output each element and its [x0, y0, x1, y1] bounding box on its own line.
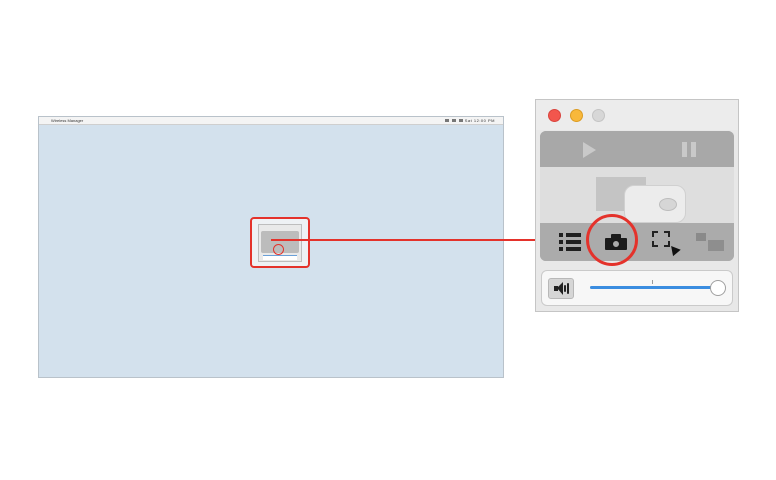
projector-illustration [624, 185, 686, 223]
menu-bar-app-name[interactable]: Wireless Manager [51, 117, 83, 124]
menu-bar-status: Sat 12:00 PM [442, 117, 495, 124]
mini-camera-highlight [273, 244, 284, 255]
slider-tick [652, 280, 653, 284]
play-icon[interactable] [583, 142, 596, 158]
playback-controls [540, 131, 734, 167]
desktop-preview: Wireless Manager Sat 12:00 PM [38, 116, 504, 378]
pause-icon[interactable] [682, 142, 696, 157]
projector-lens-icon [659, 198, 677, 211]
speaker-icon [554, 282, 570, 295]
window-capture-icon [696, 233, 726, 253]
callout-connector-line [271, 239, 536, 241]
region-capture-icon [652, 231, 681, 257]
status-icon[interactable] [459, 119, 464, 123]
device-display [540, 167, 734, 223]
volume-control [541, 270, 733, 306]
mini-app-window[interactable] [258, 224, 302, 262]
status-icon[interactable] [452, 119, 457, 123]
app-window [535, 99, 739, 312]
minimize-button[interactable] [570, 109, 583, 122]
mute-button[interactable] [548, 278, 574, 299]
camera-highlight-ring [586, 214, 638, 266]
window-titlebar[interactable] [536, 100, 738, 130]
menu-bar: Wireless Manager Sat 12:00 PM [39, 117, 503, 125]
app-location-highlight [250, 217, 310, 268]
volume-slider[interactable] [590, 280, 726, 298]
list-icon [559, 233, 581, 251]
region-capture-button[interactable] [644, 225, 688, 259]
window-capture-button[interactable] [690, 225, 734, 259]
slider-fill [590, 286, 718, 289]
maximize-button[interactable] [592, 109, 605, 122]
close-button[interactable] [548, 109, 561, 122]
mini-volume-slider [263, 255, 297, 260]
menu-bar-clock[interactable]: Sat 12:00 PM [465, 118, 495, 123]
status-icon[interactable] [445, 119, 450, 123]
slider-thumb[interactable] [710, 280, 726, 296]
